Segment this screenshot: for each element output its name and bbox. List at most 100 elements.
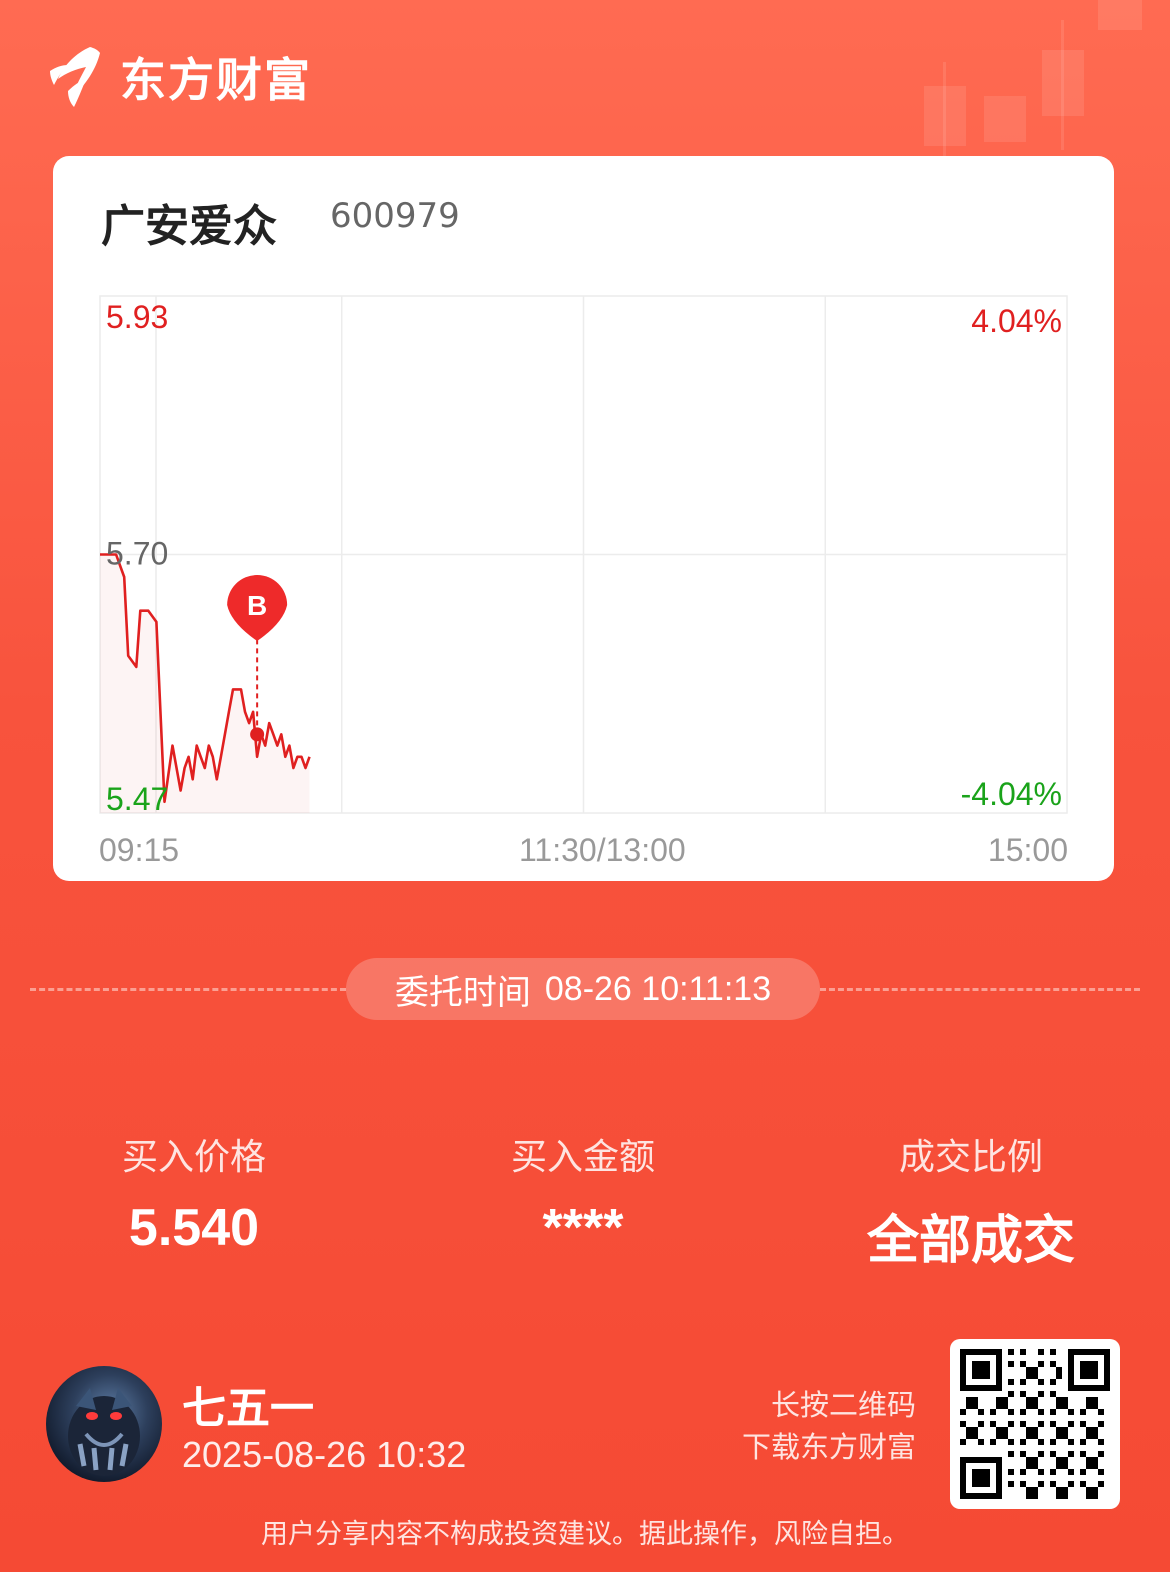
- qr-module: [1098, 1439, 1104, 1445]
- qr-module: [960, 1355, 966, 1361]
- qr-module: [996, 1379, 1002, 1385]
- qr-module: [972, 1403, 978, 1409]
- qr-module: [984, 1475, 990, 1481]
- buy-marker-icon[interactable]: B: [227, 575, 288, 641]
- buy-marker-dot: [250, 727, 265, 742]
- qr-module: [978, 1373, 984, 1379]
- qr-module: [1020, 1391, 1026, 1397]
- qr-module: [972, 1361, 978, 1367]
- qr-module: [990, 1457, 996, 1463]
- qr-module: [966, 1427, 972, 1433]
- qr-module: [1086, 1427, 1092, 1433]
- time-label-open: 09:15: [99, 832, 180, 868]
- qr-module: [984, 1469, 990, 1475]
- qr-module: [1050, 1349, 1056, 1355]
- qr-module: [1086, 1457, 1092, 1463]
- qr-module: [990, 1439, 996, 1445]
- qr-module: [1026, 1397, 1032, 1403]
- qr-module: [1032, 1463, 1038, 1469]
- avatar[interactable]: [46, 1366, 162, 1482]
- qr-module: [1038, 1451, 1044, 1457]
- stat-value: 全部成交: [866, 1212, 1075, 1270]
- qr-module: [1062, 1493, 1068, 1499]
- qr-code[interactable]: [950, 1339, 1120, 1509]
- qr-module: [1038, 1391, 1044, 1397]
- price-high-label: 5.93: [106, 299, 168, 335]
- qr-module: [996, 1493, 1002, 1499]
- qr-module: [990, 1349, 996, 1355]
- qr-module: [1080, 1469, 1086, 1475]
- qr-module: [1092, 1433, 1098, 1439]
- stat-buy-price: 买入价格 5.540: [44, 1128, 344, 1258]
- qr-module: [1008, 1439, 1014, 1445]
- qr-module: [1098, 1421, 1104, 1427]
- qr-module: [1086, 1349, 1092, 1355]
- qr-module: [978, 1493, 984, 1499]
- qr-module: [996, 1457, 1002, 1463]
- qr-module: [984, 1493, 990, 1499]
- qr-module: [972, 1385, 978, 1391]
- qr-module: [960, 1487, 966, 1493]
- qr-module: [1080, 1349, 1086, 1355]
- qr-module: [1080, 1439, 1086, 1445]
- qr-module: [1002, 1427, 1008, 1433]
- qr-module: [996, 1385, 1002, 1391]
- qr-module: [1032, 1487, 1038, 1493]
- qr-hint-line1: 长按二维码: [770, 1388, 916, 1422]
- qr-module: [1008, 1349, 1014, 1355]
- qr-module: [1068, 1385, 1074, 1391]
- qr-module: [1020, 1421, 1026, 1427]
- qr-module: [1020, 1361, 1026, 1367]
- qr-module: [1056, 1493, 1062, 1499]
- qr-module: [960, 1373, 966, 1379]
- stat-value: 5.540: [128, 1199, 260, 1257]
- qr-module: [972, 1367, 978, 1373]
- qr-module: [1020, 1439, 1026, 1445]
- qr-module: [996, 1361, 1002, 1367]
- qr-module: [972, 1349, 978, 1355]
- qr-module: [1002, 1403, 1008, 1409]
- qr-module: [1098, 1469, 1104, 1475]
- qr-module: [1092, 1457, 1098, 1463]
- qr-module: [960, 1457, 966, 1463]
- qr-module: [1062, 1457, 1068, 1463]
- qr-module: [1020, 1379, 1026, 1385]
- qr-module: [1092, 1385, 1098, 1391]
- qr-module: [978, 1361, 984, 1367]
- qr-module: [1032, 1493, 1038, 1499]
- qr-module: [1056, 1367, 1062, 1373]
- qr-module: [972, 1493, 978, 1499]
- qr-module: [1032, 1373, 1038, 1379]
- qr-module: [1068, 1355, 1074, 1361]
- qr-module: [996, 1355, 1002, 1361]
- order-time-pill: 委托时间 08-26 10:11:13: [346, 958, 820, 1020]
- qr-module: [1032, 1427, 1038, 1433]
- qr-module: [966, 1385, 972, 1391]
- qr-module: [1068, 1421, 1074, 1427]
- qr-module: [990, 1409, 996, 1415]
- qr-module: [1062, 1403, 1068, 1409]
- qr-module: [984, 1385, 990, 1391]
- qr-module: [984, 1481, 990, 1487]
- qr-module: [1038, 1409, 1044, 1415]
- qr-module: [1038, 1361, 1044, 1367]
- qr-module: [1038, 1349, 1044, 1355]
- qr-module: [990, 1421, 996, 1427]
- qr-module: [1062, 1433, 1068, 1439]
- qr-module: [1074, 1349, 1080, 1355]
- qr-module: [978, 1349, 984, 1355]
- qr-module: [1080, 1385, 1086, 1391]
- qr-module: [1098, 1481, 1104, 1487]
- qr-module: [1104, 1379, 1110, 1385]
- qr-module: [1056, 1427, 1062, 1433]
- qr-module: [960, 1475, 966, 1481]
- qr-hint-line2: 下载东方财富: [741, 1430, 916, 1464]
- order-time-value: 08-26 10:11:13: [544, 969, 772, 1008]
- qr-module: [996, 1403, 1002, 1409]
- qr-module: [1032, 1367, 1038, 1373]
- qr-module: [1086, 1403, 1092, 1409]
- qr-module: [1068, 1349, 1074, 1355]
- qr-module: [978, 1385, 984, 1391]
- qr-module: [1086, 1385, 1092, 1391]
- qr-module: [966, 1403, 972, 1409]
